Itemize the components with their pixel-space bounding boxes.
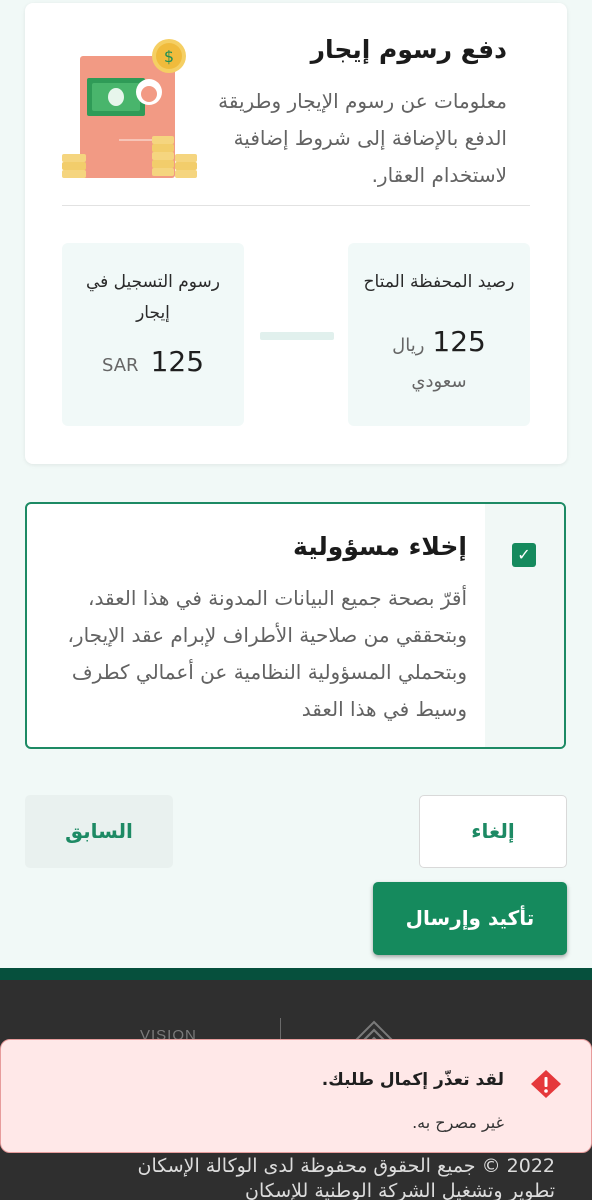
wallet-amount-row: 125 ريال xyxy=(348,325,530,358)
registration-fee-currency: SAR xyxy=(101,355,139,376)
fee-card-description: معلومات عن رسوم الإيجار وطريقة الدفع بال… xyxy=(218,89,507,187)
boxes-separator xyxy=(260,332,334,340)
error-toast: لقد تعذّر إكمال طلبك. غير مصرح به. xyxy=(0,1039,592,1153)
wallet-balance-box: رصيد المحفظة المتاح 125 ريال سعودي xyxy=(348,243,530,426)
svg-text:$: $ xyxy=(164,47,174,66)
wallet-currency: ريال xyxy=(392,335,425,356)
registration-fee-amount-row: 125 SAR xyxy=(62,345,244,378)
footer-company: تطوير وتشغيل الشركة الوطنية للإسكان xyxy=(245,1180,555,1200)
fee-card-title: دفع رسوم إيجار xyxy=(310,35,507,64)
wallet-balance-label: رصيد المحفظة المتاح xyxy=(363,272,515,292)
footer-top-band xyxy=(0,968,592,980)
disclaimer-checkbox[interactable]: ✓ xyxy=(512,543,536,567)
disclaimer-card: ✓ إخلاء مسؤولية أقرّ بصحة جميع البيانات … xyxy=(25,502,566,749)
error-diamond-icon xyxy=(531,1070,561,1098)
cancel-button[interactable]: إلغاء xyxy=(419,795,567,868)
toast-message: غير مصرح به. xyxy=(412,1113,504,1132)
wallet-amount: 125 xyxy=(432,325,486,358)
wallet-currency-suffix: سعودي xyxy=(411,371,467,392)
previous-button[interactable]: السابق xyxy=(25,795,173,868)
invoice-money-icon: $ xyxy=(62,39,197,178)
rent-fee-card: دفع رسوم إيجار معلومات عن رسوم الإيجار و… xyxy=(25,3,567,464)
card-divider xyxy=(62,205,530,206)
registration-fee-box: رسوم التسجيل في إيجار 125 SAR xyxy=(62,243,244,426)
toast-title: لقد تعذّر إكمال طلبك. xyxy=(321,1070,504,1090)
registration-fee-label: رسوم التسجيل في إيجار xyxy=(85,272,221,323)
disclaimer-checkbox-column: ✓ xyxy=(485,504,564,747)
registration-fee-amount: 125 xyxy=(150,345,205,378)
disclaimer-text: أقرّ بصحة جميع البيانات المدونة في هذا ا… xyxy=(67,586,467,721)
footer-copyright: 2022 © جميع الحقوق محفوظة لدى الوكالة ال… xyxy=(137,1155,556,1177)
confirm-submit-button[interactable]: تأكيد وإرسال xyxy=(373,882,567,955)
disclaimer-title: إخلاء مسؤولية xyxy=(293,532,467,561)
